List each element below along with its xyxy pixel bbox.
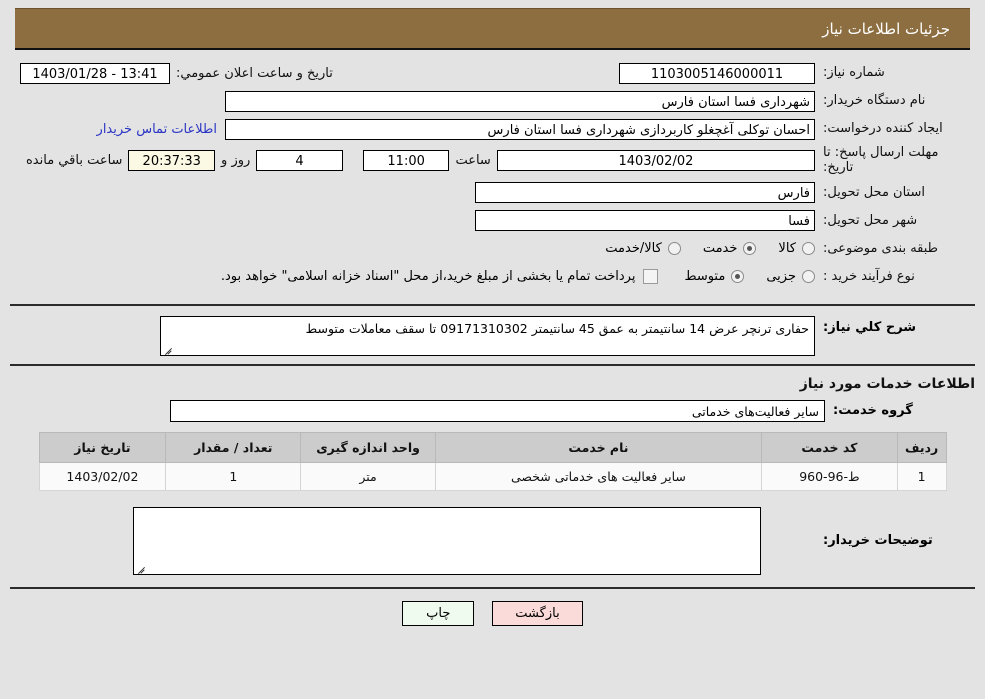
deadline-countdown-field: 20:37:33 — [128, 150, 216, 172]
services-panel: اطلاعات خدمات مورد نیاز گروه خدمت: سایر … — [10, 365, 975, 499]
delivery-province-label: استان محل تحویل: — [823, 185, 925, 201]
category-option-label: کالا/خدمت — [605, 241, 662, 257]
need-info-panel: شماره نیاز: 1103005146000011 تاریخ و ساع… — [10, 50, 975, 306]
deadline-time-field[interactable]: 11:00 — [362, 150, 450, 172]
treasury-bond-checkbox-label: پرداخت تمام یا بخشی از مبلغ خرید،از محل … — [220, 269, 636, 285]
col-header-name: نام خدمت — [434, 431, 762, 463]
resize-grip-icon[interactable] — [136, 563, 146, 573]
page-header: جزئیات اطلاعات نیاز — [15, 8, 970, 50]
cell-radif: 1 — [896, 461, 947, 491]
footer-actions: بازگشت چاپ — [0, 589, 985, 626]
resize-grip-icon[interactable] — [163, 344, 173, 354]
delivery-city-label: شهر محل تحویل: — [823, 213, 918, 229]
service-group-field[interactable]: سایر فعالیت‌های خدماتی — [170, 399, 825, 422]
table-row[interactable]: 1 ط-96-960 سایر فعالیت های خدماتی شخصی م… — [38, 461, 947, 491]
buyer-notes-label: توضیحات خریدار: — [823, 532, 933, 548]
row-need-number: شماره نیاز: 1103005146000011 تاریخ و ساع… — [20, 62, 965, 84]
category-option-label: کالا — [778, 241, 796, 257]
radio-icon[interactable] — [802, 270, 815, 284]
col-header-unit: واحد اندازه گیری — [300, 431, 436, 463]
purchase-type-radio-group: جزیی متوسط — [662, 269, 815, 284]
category-option-khedmat[interactable]: خدمت — [703, 241, 757, 256]
row-buyer-notes: توضیحات خریدار: — [20, 506, 965, 575]
purchase-type-option-label: جزیی — [766, 269, 796, 285]
announce-datetime-label: تاریخ و ساعت اعلان عمومي: — [176, 65, 333, 81]
buyer-org-field[interactable]: شهرداری فسا استان فارس — [225, 90, 815, 112]
cell-code: ط-96-960 — [760, 461, 898, 491]
row-description: شرح کلي نیاز: حفاری ترنچر عرض 14 سانتیمت… — [20, 315, 965, 356]
purchase-type-option-motavaset[interactable]: متوسط — [684, 269, 745, 285]
deadline-timer-suffix: ساعت باقي مانده — [26, 153, 123, 169]
radio-icon[interactable] — [731, 270, 745, 284]
col-header-qty: تعداد / مقدار — [165, 431, 302, 463]
print-button[interactable]: چاپ — [402, 600, 475, 626]
cell-unit: متر — [300, 461, 436, 491]
need-number-field[interactable]: 1103005146000011 — [619, 62, 815, 84]
announce-datetime-field[interactable]: 13:41 - 1403/01/28 — [20, 62, 170, 84]
row-deadline: مهلت ارسال پاسخ: تا تاریخ: 1403/02/02 سا… — [20, 145, 965, 176]
buyer-notes-panel: توضیحات خریدار: — [10, 498, 975, 589]
row-delivery-city: شهر محل تحویل: فسا — [20, 210, 965, 232]
buyer-notes-textarea[interactable] — [133, 506, 761, 575]
purchase-type-option-jozi[interactable]: جزیی — [766, 269, 815, 284]
request-creator-label: ایجاد کننده درخواست: — [823, 121, 943, 137]
page-title: جزئیات اطلاعات نیاز — [822, 19, 950, 38]
services-table: ردیف کد خدمت نام خدمت واحد اندازه گیری ت… — [38, 431, 947, 491]
description-textarea[interactable]: حفاری ترنچر عرض 14 سانتیمتر به عمق 45 سا… — [160, 315, 815, 356]
back-button[interactable]: بازگشت — [492, 600, 583, 626]
category-radio-group: کالا خدمت کالا/خدمت — [583, 241, 815, 256]
deadline-time-label: ساعت — [455, 153, 491, 169]
row-service-group: گروه خدمت: سایر فعالیت‌های خدماتی — [10, 399, 975, 432]
buyer-org-label: نام دستگاه خریدار: — [823, 93, 926, 109]
request-creator-field[interactable]: احسان توکلی آغچغلو کاربردازی شهرداری فسا… — [225, 118, 815, 140]
deadline-label: مهلت ارسال پاسخ: تا تاریخ: — [823, 145, 939, 175]
radio-icon[interactable] — [667, 242, 681, 256]
description-label: شرح کلي نیاز: — [823, 319, 917, 335]
category-option-label: خدمت — [702, 241, 738, 257]
cell-qty: 1 — [165, 461, 302, 491]
description-panel: شرح کلي نیاز: حفاری ترنچر عرض 14 سانتیمت… — [10, 305, 975, 366]
col-header-code: کد خدمت — [760, 431, 898, 463]
category-option-kala[interactable]: کالا — [778, 241, 815, 256]
col-header-date: تاریخ نیاز — [38, 431, 167, 463]
deadline-date-field[interactable]: 1403/02/02 — [496, 150, 815, 172]
buyer-contact-link[interactable]: اطلاعات تماس خریدار — [89, 122, 225, 137]
need-number-label: شماره نیاز: — [823, 65, 885, 81]
description-value: حفاری ترنچر عرض 14 سانتیمتر به عمق 45 سا… — [305, 320, 809, 336]
col-header-radif: ردیف — [896, 431, 947, 463]
services-section-title: اطلاعات خدمات مورد نیاز — [799, 375, 975, 392]
deadline-days-field[interactable]: 4 — [256, 150, 343, 172]
cell-date: 1403/02/02 — [38, 461, 167, 491]
service-group-label: گروه خدمت: — [833, 403, 913, 419]
purchase-type-option-label: متوسط — [684, 269, 726, 285]
row-purchase-type: نوع فرآیند خرید : جزیی متوسط پرداخت تمام… — [20, 266, 965, 288]
category-option-kala-khedmat[interactable]: کالا/خدمت — [605, 241, 681, 256]
checkbox-icon[interactable] — [643, 269, 659, 285]
deadline-days-suffix: روز و — [221, 153, 251, 169]
purchase-type-label: نوع فرآیند خرید : — [823, 269, 915, 285]
cell-name: سایر فعالیت های خدماتی شخصی — [434, 461, 762, 491]
radio-icon[interactable] — [743, 242, 757, 256]
row-delivery-province: استان محل تحویل: فارس — [20, 182, 965, 204]
services-table-wrap: ردیف کد خدمت نام خدمت واحد اندازه گیری ت… — [10, 431, 975, 499]
delivery-province-field[interactable]: فارس — [475, 182, 815, 204]
table-header-row: ردیف کد خدمت نام خدمت واحد اندازه گیری ت… — [38, 431, 947, 463]
delivery-city-field[interactable]: فسا — [475, 210, 815, 232]
row-buyer-org: نام دستگاه خریدار: شهرداری فسا استان فار… — [20, 90, 965, 112]
treasury-bond-checkbox-wrap[interactable]: پرداخت تمام یا بخشی از مبلغ خرید،از محل … — [220, 269, 659, 285]
radio-icon[interactable] — [802, 242, 815, 256]
category-label: طبقه بندی موضوعی: — [823, 241, 939, 257]
row-category: طبقه بندی موضوعی: کالا خدمت کالا/خدمت — [20, 238, 965, 260]
row-request-creator: ایجاد کننده درخواست: احسان توکلی آغچغلو … — [20, 118, 965, 140]
